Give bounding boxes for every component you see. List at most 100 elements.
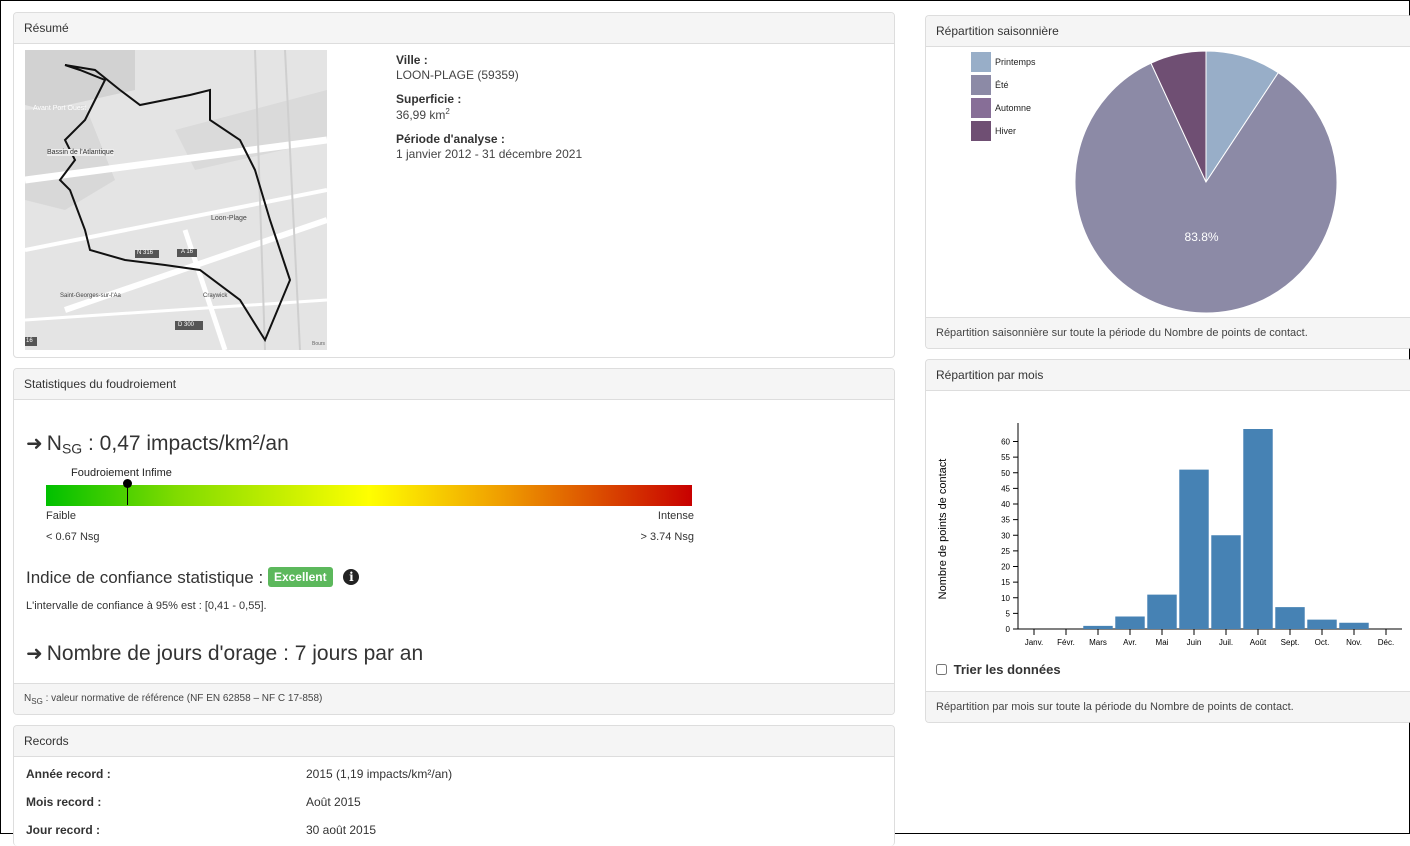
legend-label: Hiver — [995, 126, 1016, 136]
bar — [1307, 619, 1337, 629]
area-unit-exponent: 2 — [445, 107, 450, 116]
area-value: 36,99 km2 — [396, 107, 876, 122]
x-tick-label: Oct. — [1315, 638, 1330, 647]
x-tick-label: Avr. — [1123, 638, 1137, 647]
city-map[interactable]: Avant Port Ouest Bassin de l'Atlantique … — [25, 50, 327, 350]
map-label: N 316 — [137, 250, 154, 256]
city-value: LOON-PLAGE (59359) — [396, 68, 519, 82]
seasonal-footer: Répartition saisonnière sur toute la pér… — [926, 317, 1410, 348]
y-tick-label: 60 — [1001, 438, 1010, 447]
intensity-gradient-bar — [46, 485, 692, 506]
map-label: D 300 — [178, 322, 195, 328]
summary-title: Résumé — [14, 13, 894, 44]
record-day-value: 30 août 2015 — [306, 823, 377, 837]
map-svg — [25, 50, 327, 350]
pie-slice-label: 83.8% — [1185, 230, 1219, 244]
y-tick-label: 20 — [1001, 563, 1010, 572]
bar — [1115, 616, 1145, 629]
x-tick-label: Mars — [1089, 638, 1107, 647]
nsg-symbol: N — [46, 432, 62, 455]
arrow-right-icon: ➜ — [26, 433, 43, 455]
nsg-line: ➜ NSG : 0,47 impacts/km²/an — [26, 431, 289, 456]
map-label: A 16 — [181, 249, 194, 255]
x-tick-label: Août — [1250, 638, 1267, 647]
bar — [1275, 607, 1305, 629]
period-value: 1 janvier 2012 - 31 décembre 2021 — [396, 147, 583, 161]
confidence-label: Indice de confiance statistique : — [26, 568, 264, 587]
sort-data-toggle[interactable]: Trier les données — [936, 662, 1061, 677]
stats-footer: NSG : valeur normative de référence (NF … — [14, 683, 894, 714]
bar — [1083, 625, 1113, 629]
record-year-label: Année record : — [26, 767, 111, 781]
stats-panel: Statistiques du foudroiement ➜ NSG : 0,47… — [13, 368, 895, 715]
map-label: Bassin de l'Atlantique — [47, 149, 114, 156]
high-value: > 3.74 Nsg — [640, 531, 694, 543]
city-info: Ville : LOON-PLAGE (59359) Superficie : … — [396, 53, 876, 171]
footer-subscript: SG — [31, 697, 43, 706]
y-tick-label: 50 — [1001, 469, 1010, 478]
summary-panel: Résumé Avant Port Ouest Bassin de l'Atla… — [13, 12, 895, 358]
record-month-value: Août 2015 — [306, 795, 361, 809]
y-tick-label: 30 — [1001, 531, 1010, 540]
y-tick-label: 55 — [1001, 453, 1010, 462]
legend-swatch — [971, 52, 991, 72]
x-tick-label: Janv. — [1025, 638, 1044, 647]
record-row-month: Mois record : Août 2015 — [26, 789, 886, 815]
arrow-right-icon: ➜ — [26, 643, 43, 665]
confidence-badge: Excellent — [267, 567, 333, 587]
y-tick-label: 15 — [1001, 578, 1010, 587]
map-label: Bours — [312, 341, 326, 347]
footer-text: : valeur normative de référence (NF EN 6… — [42, 693, 323, 704]
record-month-label: Mois record : — [26, 795, 102, 809]
y-tick-label: 10 — [1001, 594, 1010, 603]
x-tick-label: Juin — [1187, 638, 1202, 647]
seasonal-panel: Répartition saisonnière Printemps Été Auto… — [925, 15, 1410, 349]
seasonal-title: Répartition saisonnière — [926, 16, 1410, 47]
storm-days-line: ➜ Nombre de jours d'orage : 7 jours par a… — [26, 641, 423, 666]
legend-swatch — [971, 98, 991, 118]
area-number: 36,99 km — [396, 108, 446, 122]
nsg-subscript: SG — [61, 440, 83, 457]
x-tick-label: Déc. — [1378, 638, 1394, 647]
x-tick-label: Sept. — [1281, 638, 1300, 647]
monthly-title: Répartition par mois — [926, 360, 1410, 391]
seasonal-pie-chart: Printemps Été Automne Hiver 83.8% — [971, 50, 1338, 314]
y-tick-label: 45 — [1001, 484, 1010, 493]
city-label: Ville : — [396, 53, 428, 67]
x-tick-label: Févr. — [1057, 638, 1075, 647]
bar — [1211, 535, 1241, 629]
bar — [1147, 594, 1177, 629]
monthly-footer: Répartition par mois sur toute la périod… — [926, 691, 1410, 722]
map-label: Avant Port Ouest — [33, 105, 87, 112]
x-tick-label: Nov. — [1346, 638, 1362, 647]
x-tick-label: Juil. — [1219, 638, 1233, 647]
y-tick-label: 5 — [1006, 609, 1011, 618]
low-label: Faible — [46, 510, 76, 522]
map-label: Saint-Georges-sur-l'Aa — [60, 293, 121, 299]
sort-data-checkbox[interactable] — [936, 664, 947, 675]
confidence-line: Indice de confiance statistique : Excell… — [26, 567, 360, 588]
y-tick-label: 35 — [1001, 516, 1010, 525]
record-day-label: Jour record : — [26, 823, 101, 837]
legend-label: Printemps — [995, 57, 1036, 67]
x-tick-label: Mai — [1156, 638, 1169, 647]
confidence-interval: L'intervalle de confiance à 95% est : [0… — [26, 600, 267, 612]
legend-swatch — [971, 75, 991, 95]
map-label: Craywick — [203, 293, 228, 299]
area-label: Superficie : — [396, 92, 462, 106]
records-title: Records — [14, 726, 894, 757]
y-tick-label: 0 — [1006, 625, 1011, 634]
low-value: < 0.67 Nsg — [46, 531, 100, 543]
legend-label: Été — [995, 80, 1009, 90]
record-year-value: 2015 (1,19 impacts/km²/an) — [306, 767, 453, 781]
record-row-day: Jour record : 30 août 2015 — [26, 817, 886, 843]
period-label: Période d'analyse : — [396, 132, 505, 146]
monthly-bar-chart: 0 5 10 15 20 25 30 35 40 45 50 55 60 Nombre de points… — [937, 423, 1402, 647]
marker-label: Foudroiement Infime — [71, 467, 172, 479]
stats-title: Statistiques du foudroiement — [14, 369, 894, 400]
legend-swatch — [971, 121, 991, 141]
nsg-value: : 0,47 impacts/km²/an — [82, 432, 289, 455]
info-icon[interactable]: i — [343, 569, 360, 585]
record-row-year: Année record : 2015 (1,19 impacts/km²/an… — [26, 761, 886, 787]
y-tick-label: 40 — [1001, 500, 1010, 509]
